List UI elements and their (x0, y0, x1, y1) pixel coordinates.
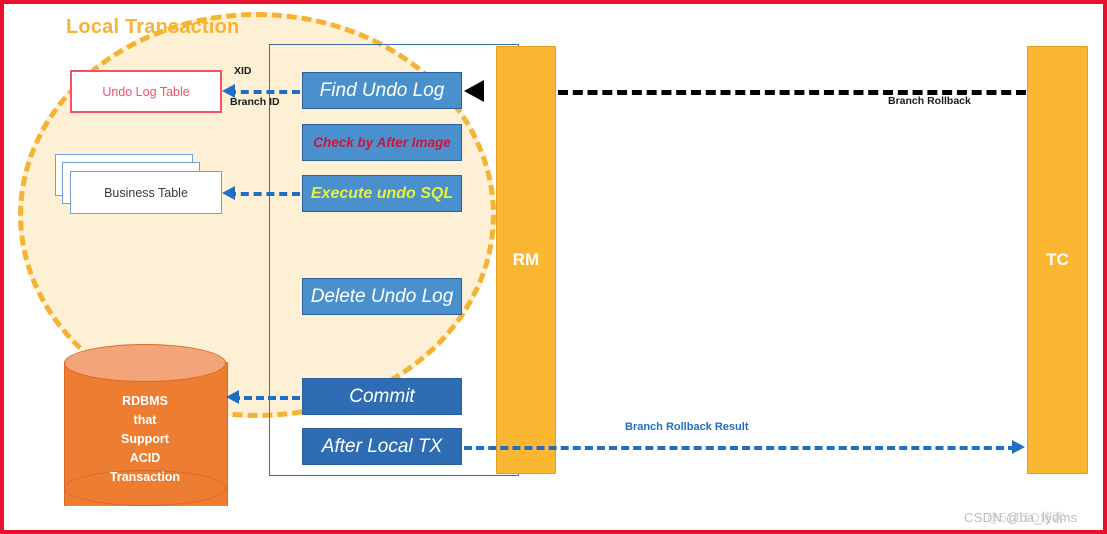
step-after-local-tx: After Local TX (302, 428, 462, 465)
step-execute-undo-sql-label: Execute undo SQL (310, 184, 454, 202)
connector-branch-rollback-result (464, 446, 1016, 450)
tc-lifeline-bar: TC (1027, 46, 1088, 474)
step-find-undo-log: Find Undo Log (302, 72, 462, 109)
step-check-by-after-image: Check by After Image (302, 124, 462, 161)
arrowhead-branch-rollback (464, 80, 484, 102)
rdbms-line-2: that (133, 413, 157, 427)
rdbms-line-5: Transaction (109, 470, 181, 484)
step-commit-label: Commit (349, 385, 415, 407)
connector-commit-to-rdbms (232, 396, 300, 400)
rdbms-line-4: ACID (129, 451, 161, 465)
connector-find-undo-log-to-undo-log-table (228, 90, 300, 94)
connector-execute-undo-to-business-table (228, 192, 300, 196)
connector-label-branch-rollback: Branch Rollback (888, 95, 971, 107)
step-delete-undo-log-label: Delete Undo Log (310, 285, 454, 307)
step-after-local-tx-label: After Local TX (321, 435, 443, 457)
rdbms-line-3: Support (121, 432, 169, 446)
diagram-canvas: Local Transaction Undo Log Table Busines… (0, 0, 1107, 534)
undo-log-table-node: Undo Log Table (70, 70, 222, 113)
watermark-primary: CSDN @ba_lydms (964, 510, 1078, 525)
connector-label-branch-id: Branch ID (230, 96, 280, 108)
rdbms-line-1: RDBMS (122, 394, 168, 408)
step-check-by-after-image-label: Check by After Image (313, 135, 451, 150)
arrowhead-branch-rollback-result (1012, 440, 1025, 454)
tc-label: TC (1046, 250, 1069, 269)
local-transaction-label: Local Transaction (66, 16, 240, 38)
arrowhead-to-rdbms (226, 390, 239, 404)
cylinder-top-ellipse (64, 344, 226, 382)
connector-label-branch-rollback-result: Branch Rollback Result (625, 421, 749, 433)
business-table-node: Business Table (70, 171, 222, 214)
step-commit: Commit (302, 378, 462, 415)
step-execute-undo-sql: Execute undo SQL (302, 175, 462, 212)
step-delete-undo-log: Delete Undo Log (302, 278, 462, 315)
rdbms-label: RDBMS that Support ACID Transaction (64, 392, 226, 487)
rm-lifeline-bar: RM (496, 46, 556, 474)
rm-label: RM (512, 250, 540, 269)
step-find-undo-log-label: Find Undo Log (319, 79, 445, 101)
connector-label-xid: XID (234, 65, 252, 77)
arrowhead-to-business-table (222, 186, 235, 200)
rdbms-cylinder: RDBMS that Support ACID Transaction (64, 344, 228, 524)
